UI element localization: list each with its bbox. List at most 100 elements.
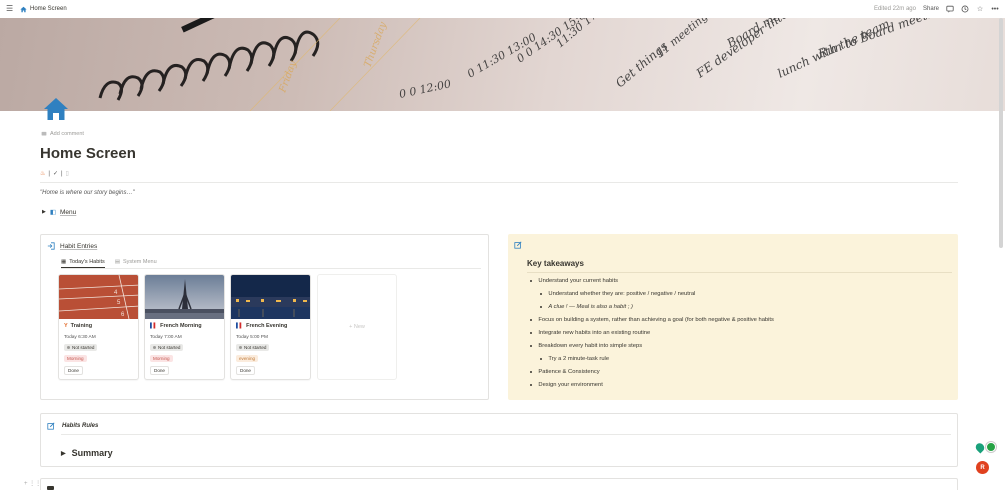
tab-system-menu[interactable]: ▤ System Menu xyxy=(115,256,157,268)
menu-link[interactable]: Menu xyxy=(60,209,76,216)
list-item: Design your environment xyxy=(530,382,603,388)
share-button[interactable]: Share xyxy=(923,6,939,12)
next-block xyxy=(40,478,958,490)
history-icon[interactable] xyxy=(961,5,969,13)
title-divider xyxy=(40,182,958,183)
paris-night-image xyxy=(231,275,310,319)
done-badge[interactable]: Done xyxy=(150,366,169,375)
login-arrow-icon xyxy=(47,242,55,250)
list-item-text: Breakdown every habit into simple steps xyxy=(538,343,643,349)
list-item: Patience & Consistency xyxy=(530,369,600,375)
svg-text:11 meeting: 11 meeting xyxy=(654,18,711,60)
habit-entries-title[interactable]: Habit Entries xyxy=(60,243,97,250)
key-takeaways-title: Key takeaways xyxy=(527,259,584,268)
add-comment-label: Add comment xyxy=(50,131,84,137)
done-badge[interactable]: Done xyxy=(64,366,83,375)
toggle-arrow-icon[interactable]: ▶ xyxy=(42,209,46,215)
top-bar: ☰ Home Screen Edited 22m ago Share ☆ ••• xyxy=(0,0,1005,18)
key-takeaways-callout: Key takeaways Understand your current ha… xyxy=(508,234,958,400)
notebook-cover-illustration: 0 0 12:00 0 11:30 13:00 0 0 14:30 15:00 … xyxy=(98,18,947,111)
rules-divider xyxy=(61,434,951,435)
extension-buttons xyxy=(973,440,996,454)
tab-todays-habits-label: Today's Habits xyxy=(69,258,105,265)
card-title: ▌▌ French Morning xyxy=(150,323,202,329)
breadcrumb[interactable]: Home Screen xyxy=(30,6,67,12)
new-habit-button[interactable]: + New xyxy=(317,274,397,380)
status-separator-1: | xyxy=(48,170,50,177)
status-badge-text: Not started xyxy=(244,345,267,350)
callout-divider xyxy=(527,272,952,273)
mouse-icon: ◧ xyxy=(49,209,57,216)
habit-card-training[interactable]: 456 Y Training Today 6:30 AM Not started… xyxy=(58,274,139,380)
list-item-text: Focus on building a system, rather than … xyxy=(538,317,774,323)
list-item: A clue ! — Meal is also a habit ; ) xyxy=(540,304,633,310)
time-of-day-tag: Morning xyxy=(150,355,173,362)
more-options-icon[interactable]: ••• xyxy=(991,5,999,13)
time-of-day-tag: Morning xyxy=(64,355,87,362)
status-separator-2: | xyxy=(60,170,63,177)
summary-heading: Summary xyxy=(71,448,113,458)
tab-todays-habits[interactable]: ▦ Today's Habits xyxy=(61,256,105,268)
svg-text:0 0 12:00: 0 0 12:00 xyxy=(398,77,452,101)
summary-toggle[interactable]: ▶ Summary xyxy=(61,448,113,458)
user-avatar-button[interactable]: R xyxy=(976,461,989,474)
card-title-text: French Morning xyxy=(160,323,202,329)
page-quote: "Home is where our story begins…" xyxy=(40,190,135,196)
list-item-text: Try a 2 minute-task rule xyxy=(548,356,610,362)
eiffel-tower-image xyxy=(145,275,224,319)
location-pin-icon[interactable] xyxy=(973,440,987,454)
habit-entries-header[interactable]: Habit Entries xyxy=(47,242,97,250)
topbar-actions: Edited 22m ago Share ☆ ••• xyxy=(874,5,999,14)
comments-icon[interactable] xyxy=(946,5,954,13)
page-title[interactable]: Home Screen xyxy=(40,145,136,162)
list-item-text: Integrate new habits into an existing ro… xyxy=(538,330,651,336)
home-icon xyxy=(20,6,27,12)
list-item: Understand whether they are: positive / … xyxy=(540,291,695,297)
france-flag-icon: ▌▌ xyxy=(236,323,244,329)
add-comment-button[interactable]: Add comment xyxy=(41,131,84,137)
status-row: ♨ | ✓ | ▯ xyxy=(40,170,69,178)
card-time: Today 5:00 PM xyxy=(236,335,268,340)
house-page-icon[interactable] xyxy=(43,96,69,122)
france-flag-icon: ▌▌ xyxy=(150,323,158,329)
status-badge: Not started xyxy=(236,344,270,351)
status-badge-text: Not started xyxy=(72,345,95,350)
status-badge: Not started xyxy=(64,344,98,351)
svg-text:Thursday: Thursday xyxy=(362,20,389,69)
list-item-text: Patience & Consistency xyxy=(538,369,600,375)
list-item: Integrate new habits into an existing ro… xyxy=(530,330,650,336)
list-item: Try a 2 minute-task rule xyxy=(540,356,609,362)
list-item: Focus on building a system, rather than … xyxy=(530,317,774,323)
table-icon xyxy=(47,486,54,490)
toggle-arrow-icon[interactable]: ▶ xyxy=(61,450,66,457)
habit-card-french-morning[interactable]: ▌▌ French Morning Today 7:00 AM Not star… xyxy=(144,274,225,380)
running-track-image: 456 xyxy=(59,275,138,319)
check-icon: ✓ xyxy=(52,171,58,177)
favorite-star-icon[interactable]: ☆ xyxy=(976,5,984,13)
grammar-extension-icon[interactable] xyxy=(986,442,996,452)
habit-entries-panel: Habit Entries ▦ Today's Habits ▤ System … xyxy=(40,234,489,400)
scrollbar[interactable] xyxy=(999,18,1003,248)
habits-rules-header[interactable]: Habits Rules xyxy=(47,422,98,430)
block-drag-handle-icon[interactable]: + ⋮⋮ xyxy=(24,480,41,487)
card-title: ▌▌ French Evening xyxy=(236,323,287,329)
card-time: Today 6:30 AM xyxy=(64,335,96,340)
training-icon: Y xyxy=(64,323,68,329)
list-item-text: A clue ! — Meal is also a habit ; ) xyxy=(548,304,633,310)
status-badge: Not started xyxy=(150,344,184,351)
sidebar-toggle-icon[interactable]: ☰ xyxy=(6,5,14,13)
habits-rules-title: Habits Rules xyxy=(62,423,99,429)
card-title-text: Training xyxy=(70,323,93,329)
menu-toggle[interactable]: ▶ ◧ Menu xyxy=(42,208,76,217)
list-item-text: Design your environment xyxy=(538,382,603,388)
list-item-text: Understand whether they are: positive / … xyxy=(548,291,696,297)
tab-system-menu-label: System Menu xyxy=(123,259,157,265)
fire-emoji-icon: ♨ xyxy=(40,171,46,177)
cover-image: 0 0 12:00 0 11:30 13:00 0 0 14:30 15:00 … xyxy=(0,18,1005,111)
edit-icon xyxy=(47,422,55,430)
list-item: Breakdown every habit into simple steps xyxy=(530,343,642,349)
habit-card-french-evening[interactable]: ▌▌ French Evening Today 5:00 PM Not star… xyxy=(230,274,311,380)
status-badge-text: Not started xyxy=(158,345,181,350)
list-item-text: Understand your current habits xyxy=(538,278,618,284)
done-badge[interactable]: Done xyxy=(236,366,255,375)
